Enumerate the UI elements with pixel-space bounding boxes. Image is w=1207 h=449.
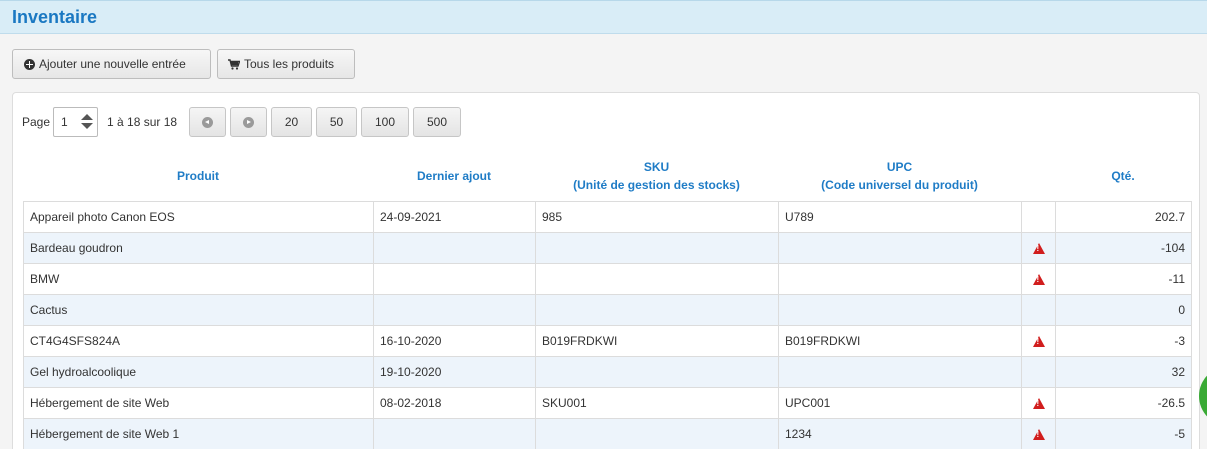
cell-sku: B019FRDKWI <box>535 325 779 357</box>
table-row[interactable]: Hébergement de site Web 1 1234 -5 <box>23 418 1192 449</box>
page-number-input[interactable]: 1 <box>53 107 98 137</box>
cell-warning <box>1021 294 1056 326</box>
col-header-product[interactable]: Produit <box>23 167 373 185</box>
cell-qty: -26.5 <box>1055 387 1192 419</box>
cell-upc: 1234 <box>778 418 1022 449</box>
page-label: Page <box>22 115 51 129</box>
warning-triangle-icon <box>1032 429 1045 441</box>
table-row[interactable]: Appareil photo Canon EOS 24-09-2021 985 U78… <box>23 201 1192 233</box>
page-size-500-button[interactable]: 500 <box>413 107 461 137</box>
table-row[interactable]: Cactus 0 <box>23 294 1192 326</box>
cell-product: Hébergement de site Web 1 <box>23 418 374 449</box>
inventory-panel: Page 1 1 à 18 sur 18 20 50 100 500 Produ… <box>12 92 1200 449</box>
cell-product: Hébergement de site Web <box>23 387 374 419</box>
warning-triangle-icon <box>1032 398 1045 410</box>
cell-sku <box>535 232 779 264</box>
arrow-left-circle-icon <box>202 116 213 128</box>
table-row[interactable]: Gel hydroalcoolique 19-10-2020 32 <box>23 356 1192 388</box>
cell-warning <box>1021 232 1056 264</box>
cell-upc: U789 <box>778 201 1022 233</box>
cart-icon <box>228 58 240 70</box>
col-header-upc-line1: UPC <box>886 160 913 174</box>
page-number-value: 1 <box>61 115 68 129</box>
cell-qty: 202.7 <box>1055 201 1192 233</box>
cell-last-added <box>373 418 536 449</box>
table-row[interactable]: CT4G4SFS824A 16-10-2020 B019FRDKWI B019FRDK… <box>23 325 1192 357</box>
page-size-20-button[interactable]: 20 <box>271 107 312 137</box>
cell-upc <box>778 263 1022 295</box>
cell-warning <box>1021 387 1056 419</box>
next-page-button[interactable] <box>230 107 267 137</box>
cell-upc: UPC001 <box>778 387 1022 419</box>
cell-qty: -104 <box>1055 232 1192 264</box>
cell-qty: -11 <box>1055 263 1192 295</box>
warning-triangle-icon <box>1032 336 1045 348</box>
col-header-last-added[interactable]: Dernier ajout <box>373 167 535 185</box>
warning-triangle-icon <box>1032 243 1045 255</box>
cell-warning <box>1021 418 1056 449</box>
col-header-sku-line1: SKU <box>643 160 670 174</box>
page-size-100-button[interactable]: 100 <box>361 107 409 137</box>
table-row[interactable]: Hébergement de site Web 08-02-2018 SKU001 U… <box>23 387 1192 419</box>
col-header-sku-line2: (Unité de gestion des stocks) <box>573 178 740 192</box>
cell-last-added <box>373 263 536 295</box>
cell-warning <box>1021 263 1056 295</box>
warning-triangle-icon <box>1032 274 1045 286</box>
cell-product: Appareil photo Canon EOS <box>23 201 374 233</box>
prev-page-button[interactable] <box>189 107 226 137</box>
cell-product: BMW <box>23 263 374 295</box>
plus-circle-icon <box>23 58 35 70</box>
cell-qty: 0 <box>1055 294 1192 326</box>
all-products-button[interactable]: Tous les produits <box>217 49 355 79</box>
cell-product: Gel hydroalcoolique <box>23 356 374 388</box>
cell-sku <box>535 356 779 388</box>
cell-warning <box>1021 356 1056 388</box>
col-header-qty[interactable]: Qté. <box>1055 167 1191 185</box>
cell-warning <box>1021 325 1056 357</box>
range-text: 1 à 18 sur 18 <box>107 115 178 129</box>
cell-upc: B019FRDKWI <box>778 325 1022 357</box>
col-header-sku[interactable]: SKU (Unité de gestion des stocks) <box>535 158 778 194</box>
cell-warning <box>1021 201 1056 233</box>
cell-last-added: 19-10-2020 <box>373 356 536 388</box>
add-entry-label: Ajouter une nouvelle entrée <box>39 57 186 71</box>
page-spinner-icon[interactable] <box>81 114 93 132</box>
cell-last-added: 24-09-2021 <box>373 201 536 233</box>
page-header: Inventaire <box>0 0 1207 34</box>
col-header-upc[interactable]: UPC (Code universel du produit) <box>778 158 1021 194</box>
cell-upc <box>778 232 1022 264</box>
arrow-right-circle-icon <box>243 116 254 128</box>
add-entry-button[interactable]: Ajouter une nouvelle entrée <box>12 49 211 79</box>
cell-last-added <box>373 232 536 264</box>
cell-last-added: 16-10-2020 <box>373 325 536 357</box>
help-button[interactable] <box>1199 366 1207 426</box>
cell-sku: 985 <box>535 201 779 233</box>
table-row[interactable]: BMW -11 <box>23 263 1192 295</box>
inventory-table: Appareil photo Canon EOS 24-09-2021 985 U78… <box>23 201 1192 449</box>
col-header-upc-line2: (Code universel du produit) <box>821 178 978 192</box>
cell-upc <box>778 356 1022 388</box>
cell-sku <box>535 418 779 449</box>
page-size-50-button[interactable]: 50 <box>316 107 357 137</box>
page-title: Inventaire <box>12 7 98 27</box>
all-products-label: Tous les produits <box>244 57 335 71</box>
cell-qty: -5 <box>1055 418 1192 449</box>
cell-product: Cactus <box>23 294 374 326</box>
cell-upc <box>778 294 1022 326</box>
cell-sku <box>535 294 779 326</box>
cell-qty: -3 <box>1055 325 1192 357</box>
cell-sku <box>535 263 779 295</box>
cell-product: Bardeau goudron <box>23 232 374 264</box>
cell-last-added: 08-02-2018 <box>373 387 536 419</box>
cell-sku: SKU001 <box>535 387 779 419</box>
cell-last-added <box>373 294 536 326</box>
cell-qty: 32 <box>1055 356 1192 388</box>
cell-product: CT4G4SFS824A <box>23 325 374 357</box>
table-row[interactable]: Bardeau goudron -104 <box>23 232 1192 264</box>
